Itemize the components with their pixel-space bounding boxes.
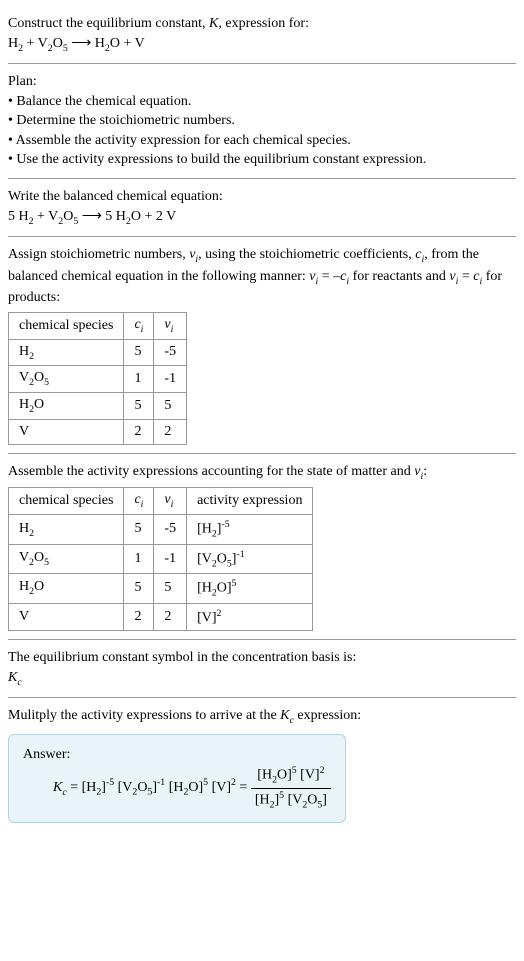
table-row: H2 5 -5 <box>9 339 187 366</box>
table-header-row: chemical species ci νi activity expressi… <box>9 488 313 515</box>
table-row: H2O 5 5 [H2O]5 <box>9 574 313 603</box>
table-cell: 5 <box>154 574 187 603</box>
table-cell: V2O5 <box>9 544 124 573</box>
plan-item: • Determine the stoichiometric numbers. <box>8 111 516 131</box>
table-row: V 2 2 <box>9 419 187 444</box>
answer-equation: Kc = [H2]-5 [V2O5]-1 [H2O]5 [V]2 = [H2O]… <box>23 764 331 811</box>
answer-box: Answer: Kc = [H2]-5 [V2O5]-1 [H2O]5 [V]2… <box>8 734 346 823</box>
table-cell: 5 <box>124 515 154 544</box>
activity-heading: Assemble the activity expressions accoun… <box>8 462 516 484</box>
table-cell: 2 <box>154 603 187 631</box>
divider <box>8 236 516 237</box>
divider <box>8 178 516 179</box>
unbalanced-equation: H2 + V2O5 ⟶ H2O + V <box>8 34 516 56</box>
activity-section: Assemble the activity expressions accoun… <box>8 456 516 637</box>
divider <box>8 639 516 640</box>
fraction-denominator: [H2]5 [V2O5] <box>251 789 331 812</box>
table-header: activity expression <box>187 488 313 515</box>
table-cell: H2O <box>9 393 124 420</box>
table-cell: [V]2 <box>187 603 313 631</box>
table-header: ci <box>124 312 154 339</box>
stoich-section: Assign stoichiometric numbers, νi, using… <box>8 239 516 451</box>
stoich-intro: Assign stoichiometric numbers, νi, using… <box>8 245 516 308</box>
table-header: chemical species <box>9 488 124 515</box>
balanced-section: Write the balanced chemical equation: 5 … <box>8 181 516 234</box>
fraction-numerator: [H2O]5 [V]2 <box>251 764 331 788</box>
plan-item: • Balance the chemical equation. <box>8 92 516 112</box>
table-cell: 5 <box>124 339 154 366</box>
table-row: V2O5 1 -1 <box>9 366 187 393</box>
plan-item: • Use the activity expressions to build … <box>8 150 516 170</box>
table-header: νi <box>154 488 187 515</box>
table-cell: [H2]-5 <box>187 515 313 544</box>
table-header: ci <box>124 488 154 515</box>
title-text: Construct the equilibrium constant, K, e… <box>8 16 309 31</box>
table-cell: 5 <box>124 393 154 420</box>
table-cell: 1 <box>124 366 154 393</box>
answer-label: Answer: <box>23 745 331 765</box>
table-cell: 1 <box>124 544 154 573</box>
table-header: νi <box>154 312 187 339</box>
plan-section: Plan: • Balance the chemical equation. •… <box>8 66 516 176</box>
kc-symbol: Kc <box>8 668 516 690</box>
plan-item: • Assemble the activity expression for e… <box>8 131 516 151</box>
table-cell: [V2O5]-1 <box>187 544 313 573</box>
divider <box>8 453 516 454</box>
table-cell: V <box>9 419 124 444</box>
table-row: V 2 2 [V]2 <box>9 603 313 631</box>
plan-heading: Plan: <box>8 72 516 92</box>
table-cell: H2 <box>9 515 124 544</box>
activity-table: chemical species ci νi activity expressi… <box>8 487 313 631</box>
table-cell: -1 <box>154 544 187 573</box>
divider <box>8 697 516 698</box>
balanced-heading: Write the balanced chemical equation: <box>8 187 516 207</box>
table-header: chemical species <box>9 312 124 339</box>
table-cell: 5 <box>124 574 154 603</box>
table-cell: -1 <box>154 366 187 393</box>
multiply-section: Mulitply the activity expressions to arr… <box>8 700 516 828</box>
divider <box>8 63 516 64</box>
balanced-equation: 5 H2 + V2O5 ⟶ 5 H2O + 2 V <box>8 207 516 229</box>
table-header-row: chemical species ci νi <box>9 312 187 339</box>
header-section: Construct the equilibrium constant, K, e… <box>8 8 516 61</box>
table-row: H2O 5 5 <box>9 393 187 420</box>
table-cell: 2 <box>154 419 187 444</box>
table-cell: 2 <box>124 419 154 444</box>
table-cell: V <box>9 603 124 631</box>
title-line: Construct the equilibrium constant, K, e… <box>8 14 516 34</box>
table-cell: 2 <box>124 603 154 631</box>
kc-symbol-heading: The equilibrium constant symbol in the c… <box>8 648 516 668</box>
table-cell: H2O <box>9 574 124 603</box>
stoich-table: chemical species ci νi H2 5 -5 V2O5 1 -1… <box>8 312 187 445</box>
table-cell: 5 <box>154 393 187 420</box>
table-cell: H2 <box>9 339 124 366</box>
table-cell: -5 <box>154 515 187 544</box>
table-row: H2 5 -5 [H2]-5 <box>9 515 313 544</box>
multiply-heading: Mulitply the activity expressions to arr… <box>8 706 516 728</box>
kc-symbol-section: The equilibrium constant symbol in the c… <box>8 642 516 695</box>
table-cell: -5 <box>154 339 187 366</box>
table-row: V2O5 1 -1 [V2O5]-1 <box>9 544 313 573</box>
table-cell: [H2O]5 <box>187 574 313 603</box>
table-cell: V2O5 <box>9 366 124 393</box>
